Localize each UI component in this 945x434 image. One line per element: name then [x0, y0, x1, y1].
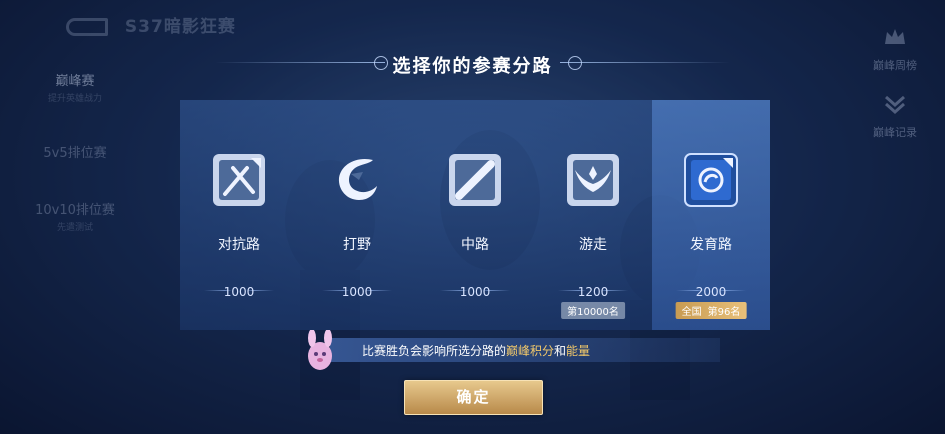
diagonal-slash-icon [449, 154, 501, 206]
note-highlight-energy: 能量 [566, 344, 591, 358]
note-prefix: 比赛胜负会影响所选分路的 [362, 344, 507, 358]
crossed-swords-icon [213, 154, 265, 206]
rank-position: 第96名 [707, 307, 741, 318]
lane-score: 1000 [223, 285, 255, 299]
title-ornament-icon [568, 56, 582, 70]
lane-score: 1000 [459, 285, 491, 299]
lane-score: 2000 [695, 285, 727, 299]
lane-option-roam[interactable]: 游走 1200 第10000名 [534, 100, 652, 330]
rank-region: 全国 [681, 307, 702, 318]
lane-name: 打野 [343, 237, 371, 253]
dialog-title-bar: 选择你的参赛分路 [0, 52, 945, 78]
lane-option-mid[interactable]: 中路 1000 [416, 100, 534, 330]
lane-option-farm[interactable]: 发育路 2000 全国 第96名 [652, 100, 770, 330]
mascot-icon [308, 330, 332, 370]
note-highlight-points: 巅峰积分 [506, 344, 555, 358]
lane-name: 对抗路 [218, 237, 260, 253]
wings-icon [567, 154, 619, 206]
title-decoration-left [215, 62, 385, 63]
rank-badge: 第10000名 [561, 302, 625, 319]
swirl-icon [684, 153, 738, 207]
rank-badge: 全国 第96名 [675, 302, 747, 319]
title-decoration-right [560, 62, 730, 63]
lane-selection-panel: 对抗路 1000 打野 1000 中路 1000 游走 1200 第10000名… [180, 100, 770, 330]
lane-score: 1200 [577, 285, 609, 299]
lane-name: 中路 [461, 237, 489, 253]
title-ornament-icon [374, 56, 388, 70]
note-connector: 和 [554, 344, 567, 358]
dialog-title: 选择你的参赛分路 [392, 56, 553, 77]
lane-option-top[interactable]: 对抗路 1000 [180, 100, 298, 330]
note-text: 比赛胜负会影响所选分路的巅峰积分和能量 [362, 342, 590, 359]
lane-score: 1000 [341, 285, 373, 299]
lane-name: 发育路 [690, 237, 732, 253]
confirm-button[interactable]: 确定 [404, 380, 543, 415]
dragon-icon [338, 158, 377, 200]
lane-option-jungle[interactable]: 打野 1000 [298, 100, 416, 330]
lane-name: 游走 [579, 237, 607, 253]
